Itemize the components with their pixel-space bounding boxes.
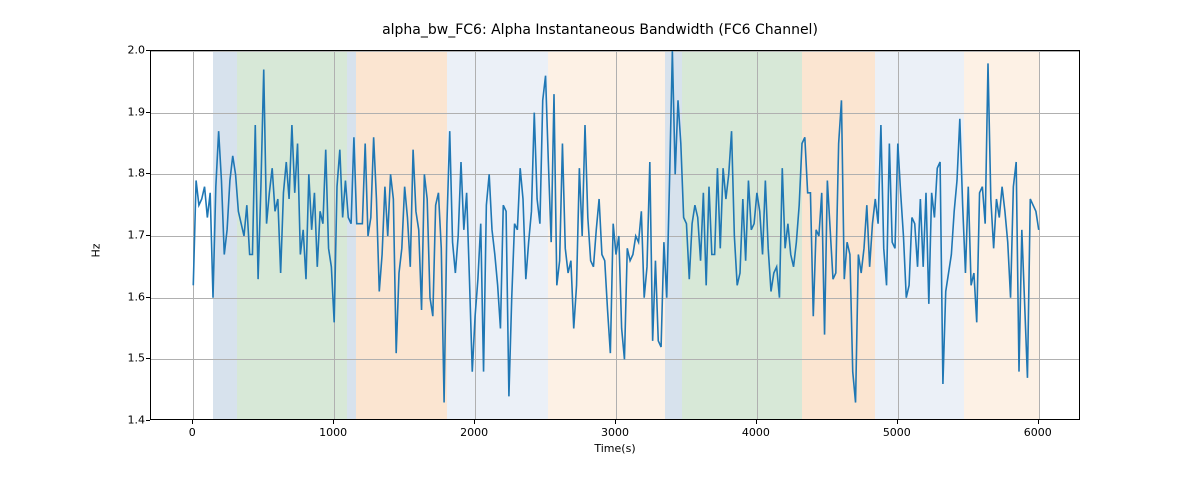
x-tick-label: 6000: [1008, 426, 1068, 439]
y-tick-mark: [146, 173, 150, 174]
y-tick-mark: [146, 235, 150, 236]
y-tick-mark: [146, 297, 150, 298]
y-tick-label: 1.6: [85, 290, 145, 303]
x-tick-mark: [192, 420, 193, 424]
data-line: [151, 51, 1079, 419]
y-tick-label: 1.9: [85, 105, 145, 118]
x-tick-mark: [615, 420, 616, 424]
x-tick-label: 1000: [303, 426, 363, 439]
x-tick-label: 3000: [585, 426, 645, 439]
y-tick-label: 1.7: [85, 229, 145, 242]
x-tick-label: 2000: [444, 426, 504, 439]
y-tick-mark: [146, 420, 150, 421]
x-tick-mark: [474, 420, 475, 424]
figure: alpha_bw_FC6: Alpha Instantaneous Bandwi…: [0, 0, 1200, 500]
y-tick-label: 1.8: [85, 167, 145, 180]
x-tick-label: 5000: [867, 426, 927, 439]
y-tick-label: 2.0: [85, 44, 145, 57]
y-tick-mark: [146, 50, 150, 51]
x-tick-label: 0: [162, 426, 222, 439]
x-axis-label: Time(s): [150, 442, 1080, 455]
x-tick-mark: [756, 420, 757, 424]
axes: [150, 50, 1080, 420]
y-tick-label: 1.4: [85, 414, 145, 427]
y-tick-mark: [146, 112, 150, 113]
x-tick-mark: [1038, 420, 1039, 424]
x-tick-mark: [333, 420, 334, 424]
y-tick-mark: [146, 358, 150, 359]
chart-title: alpha_bw_FC6: Alpha Instantaneous Bandwi…: [0, 22, 1200, 38]
x-tick-label: 4000: [726, 426, 786, 439]
y-tick-label: 1.5: [85, 352, 145, 365]
x-tick-mark: [897, 420, 898, 424]
